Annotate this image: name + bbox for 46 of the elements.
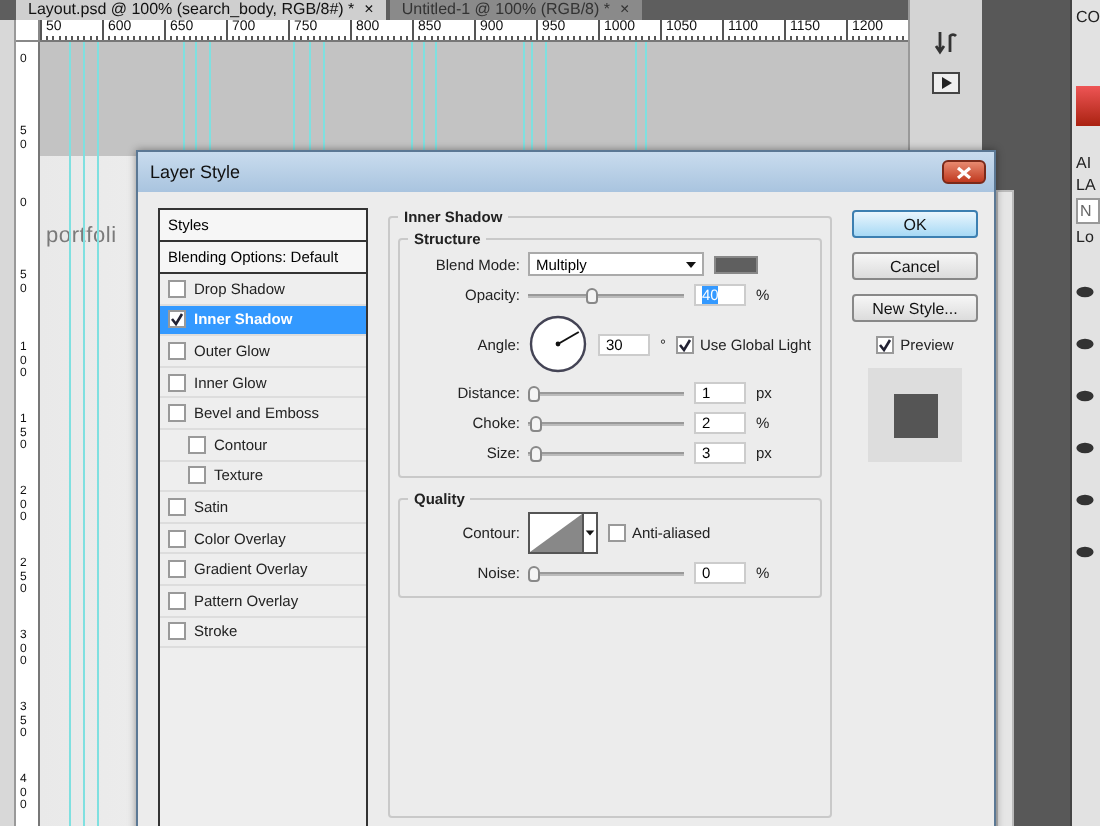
checkbox[interactable] (168, 622, 186, 641)
angle-dial[interactable] (528, 314, 588, 374)
slider-thumb[interactable] (530, 415, 543, 431)
preview-square (893, 393, 937, 437)
panel-label: Lo (1076, 228, 1096, 246)
contour-curve-icon (530, 514, 582, 552)
checkbox[interactable] (168, 497, 186, 516)
document-tab[interactable]: Untitled-1 @ 100% (RGB/8) * × (389, 0, 642, 20)
contour-picker[interactable] (528, 512, 598, 554)
dialog-button[interactable]: New Style... (852, 294, 978, 322)
dialog-button[interactable]: OK (852, 210, 978, 238)
checkbox[interactable] (168, 529, 186, 548)
slider-thumb[interactable] (529, 445, 542, 461)
checkbox[interactable] (676, 335, 694, 353)
checkbox[interactable] (188, 466, 206, 485)
checkbox[interactable] (168, 279, 186, 298)
close-icon (956, 165, 972, 179)
tab-close[interactable]: × (364, 0, 374, 20)
panel-label: AI (1076, 154, 1094, 172)
dialog-button[interactable]: Cancel (852, 252, 978, 280)
checkbox[interactable] (168, 341, 186, 360)
checkbox[interactable] (876, 336, 895, 354)
close-button[interactable] (942, 160, 986, 184)
shadow-color-swatch[interactable] (714, 255, 758, 273)
caret-icon (686, 261, 696, 267)
slider-thumb[interactable] (528, 565, 540, 581)
caret-icon[interactable] (582, 514, 596, 552)
checkbox[interactable] (168, 560, 186, 579)
history-icon[interactable] (932, 28, 960, 56)
blend-field[interactable]: N (1076, 198, 1100, 224)
tab-close[interactable]: × (620, 0, 630, 20)
dialog-title: Layer Style (150, 162, 241, 182)
checkbox[interactable] (188, 435, 206, 454)
checkbox[interactable] (168, 310, 186, 329)
panel-label: CO (1076, 8, 1100, 26)
color-swatch (1076, 86, 1100, 126)
play-icon[interactable] (932, 72, 960, 94)
scrollbar[interactable] (996, 190, 1014, 826)
slider-thumb[interactable] (585, 287, 598, 303)
checkbox[interactable] (608, 524, 626, 542)
document-tab[interactable]: Layout.psd @ 100% (search_body, RGB/8#) * × (16, 0, 386, 20)
checkbox[interactable] (168, 591, 186, 610)
checkbox[interactable] (168, 373, 186, 392)
slider-thumb[interactable] (528, 385, 540, 401)
panel-label: LA (1076, 176, 1098, 194)
checkbox[interactable] (168, 404, 186, 423)
